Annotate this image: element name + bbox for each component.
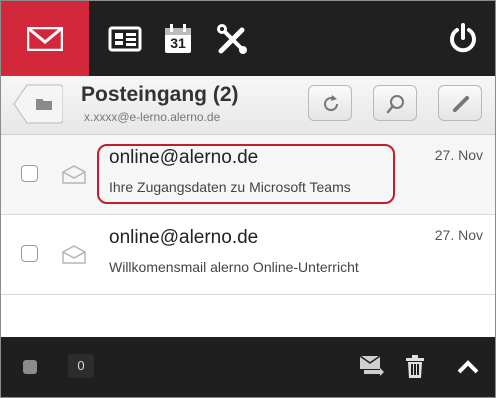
move-button[interactable]: [359, 355, 385, 382]
compose-button[interactable]: [438, 85, 482, 121]
compose-icon: [453, 96, 469, 112]
message-sender: online@alerno.de: [109, 227, 259, 248]
message-date: 27. Nov: [434, 147, 483, 163]
folder-icon: [36, 99, 52, 110]
mail-icon: [27, 27, 63, 51]
message-checkbox[interactable]: [21, 165, 38, 182]
message-row[interactable]: online@alerno.de Willkomensmail alerno O…: [1, 215, 495, 295]
refresh-button[interactable]: [308, 85, 352, 121]
tab-mail[interactable]: [1, 1, 89, 76]
chevron-up-icon: [457, 360, 479, 374]
folder-header: Posteingang (2) x.xxxx@e-lerno.alerno.de: [1, 76, 495, 135]
selected-count: 0: [68, 354, 94, 378]
message-checkbox[interactable]: [21, 245, 38, 262]
tab-contacts[interactable]: [108, 26, 142, 57]
select-all-checkbox[interactable]: [23, 360, 37, 374]
search-button[interactable]: [373, 85, 417, 121]
message-subject: Willkomensmail alerno Online-Unterricht: [109, 259, 359, 275]
calendar-day: 31: [170, 35, 186, 51]
tab-calendar[interactable]: 31: [163, 23, 193, 60]
address-card-icon: [108, 26, 142, 52]
power-icon: [450, 23, 476, 53]
highlight-annotation: [97, 144, 395, 204]
refresh-icon: [324, 95, 339, 112]
folders-back-button[interactable]: [13, 84, 63, 124]
trash-icon: [406, 355, 424, 378]
logout-button[interactable]: [449, 23, 477, 58]
mail-app-window: 31 Posteingang (2) x.xxxx@e-lerno.alerno…: [0, 0, 496, 398]
tab-settings[interactable]: [216, 24, 248, 61]
move-icon: [359, 355, 384, 376]
delete-button[interactable]: [405, 355, 425, 384]
bottom-toolbar: 0: [1, 337, 495, 397]
envelope-icon: [62, 165, 86, 184]
account-address: x.xxxx@e-lerno.alerno.de: [84, 110, 221, 124]
message-date: 27. Nov: [434, 227, 483, 243]
tools-icon: [217, 24, 247, 54]
folder-title: Posteingang (2): [81, 83, 239, 106]
search-icon: [386, 95, 404, 114]
top-navbar: 31: [1, 1, 495, 76]
scroll-top-button[interactable]: [457, 359, 479, 380]
envelope-icon: [62, 245, 86, 264]
